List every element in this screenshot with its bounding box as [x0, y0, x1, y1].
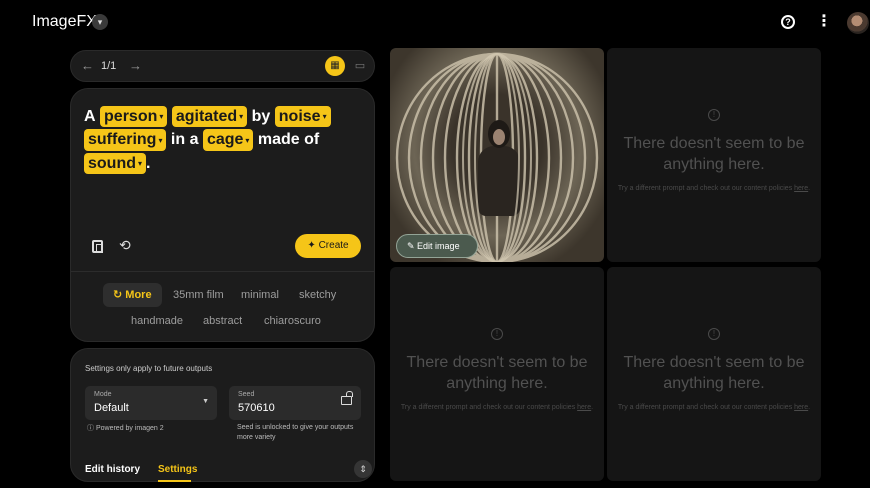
prompt-chip-sound[interactable]: sound ▾	[84, 152, 147, 174]
more-options-icon[interactable]: ⋮	[816, 12, 832, 32]
app-title: ImageFX	[32, 13, 97, 30]
result-navigation: ← 1/1 → ▦ ▭	[70, 50, 375, 82]
prompt-card: A person ▾ agitated ▾ by noise ▾ suffering ▾…	[70, 88, 375, 342]
settings-note: Settings only apply to future outputs	[85, 364, 213, 373]
chevron-down-icon: ▾	[245, 135, 250, 145]
expand-collapse-icon[interactable]: ⇕	[354, 460, 372, 478]
prompt-chip-cage[interactable]: cage ▾	[202, 129, 254, 151]
active-tab-indicator	[158, 480, 191, 482]
copy-icon[interactable]	[92, 240, 103, 253]
prompt-chip-agitated[interactable]: agitated ▾	[171, 106, 248, 128]
tab-edit-history[interactable]: Edit history	[85, 464, 140, 475]
chevron-down-icon: ▾	[322, 112, 327, 122]
content-policy-link[interactable]: here	[577, 404, 591, 411]
empty-title: There doesn't seem to be anything here.	[623, 135, 805, 173]
edit-image-button[interactable]: ✎ Edit image	[396, 234, 478, 258]
prompt-chip-person[interactable]: person ▾	[100, 106, 168, 128]
tab-settings[interactable]: Settings	[158, 464, 197, 475]
mode-value: Default	[94, 402, 129, 414]
unlock-icon[interactable]	[341, 391, 353, 405]
grid-view-icon[interactable]: ▦	[325, 56, 345, 76]
chevron-down-icon: ▾	[158, 135, 163, 145]
style-chip[interactable]: sketchy	[289, 283, 346, 307]
info-icon: !	[708, 328, 720, 340]
empty-subtitle: Try a different prompt and check out our…	[617, 185, 811, 192]
prompt-word: .	[146, 154, 151, 172]
reset-icon[interactable]: ⟲	[119, 237, 131, 254]
help-icon[interactable]: ?	[781, 15, 795, 29]
chevron-down-icon: ▾	[138, 158, 143, 168]
empty-tile: ! There doesn't seem to be anything here…	[390, 267, 604, 481]
prompt-chip-suffering[interactable]: suffering ▾	[84, 129, 167, 151]
empty-title: There doesn't seem to be anything here.	[623, 354, 805, 392]
empty-subtitle: Try a different prompt and check out our…	[617, 404, 811, 411]
prompt-text[interactable]: A person ▾ agitated ▾ by noise ▾ suffering ▾…	[84, 105, 364, 175]
create-button[interactable]: ✦ Create	[295, 234, 361, 258]
seed-label: Seed	[238, 391, 255, 398]
previous-arrow-icon[interactable]: ←	[81, 58, 94, 73]
style-chip[interactable]: 35mm film	[163, 283, 234, 307]
empty-tile: ! There doesn't seem to be anything here…	[607, 267, 821, 481]
mode-label: Mode	[94, 391, 112, 398]
content-policy-link[interactable]: here	[794, 185, 808, 192]
settings-card: Settings only apply to future outputs Mo…	[70, 348, 375, 482]
seed-note: Seed is unlocked to give your outputs mo…	[237, 424, 354, 441]
next-arrow-icon[interactable]: →	[129, 58, 142, 73]
style-chip[interactable]: minimal	[231, 283, 289, 307]
mode-select[interactable]: Mode Default ▼	[85, 386, 217, 420]
chevron-down-icon: ▾	[159, 112, 164, 122]
empty-tile: ! There doesn't seem to be anything here…	[607, 48, 821, 262]
info-icon: !	[491, 328, 503, 340]
info-icon: ⓘ	[87, 425, 94, 432]
empty-title: There doesn't seem to be anything here.	[406, 354, 588, 392]
empty-subtitle: Try a different prompt and check out our…	[400, 404, 594, 411]
seed-field[interactable]: Seed 570610	[229, 386, 361, 420]
info-icon: !	[708, 109, 720, 121]
more-styles-button[interactable]: ↻ More	[103, 283, 162, 307]
result-counter: 1/1	[101, 60, 117, 72]
prompt-word: in a	[170, 131, 199, 149]
prompt-chip-noise[interactable]: noise ▾	[274, 106, 331, 128]
person-figure	[478, 146, 520, 216]
app-menu-chevron-icon[interactable]: ▾	[92, 14, 108, 30]
divider	[71, 271, 374, 272]
seed-value: 570610	[238, 402, 275, 414]
chevron-down-icon: ▾	[239, 112, 244, 122]
powered-by: ⓘ Powered by imagen 2	[87, 425, 164, 432]
generated-image[interactable]: ✎ Edit image	[390, 48, 604, 262]
prompt-word: made of	[257, 131, 320, 149]
style-chip[interactable]: handmade	[121, 309, 193, 333]
chevron-down-icon: ▼	[202, 398, 209, 405]
top-bar: ImageFX ▾ ? ⋮	[0, 0, 870, 44]
style-chip[interactable]: chiaroscuro	[254, 309, 331, 333]
person-face	[493, 129, 505, 145]
prompt-word: by	[251, 108, 271, 125]
content-policy-link[interactable]: here	[794, 404, 808, 411]
prompt-word: A	[84, 108, 96, 125]
single-view-icon[interactable]: ▭	[351, 56, 369, 76]
avatar[interactable]	[847, 12, 869, 34]
style-chip[interactable]: abstract	[193, 309, 252, 333]
